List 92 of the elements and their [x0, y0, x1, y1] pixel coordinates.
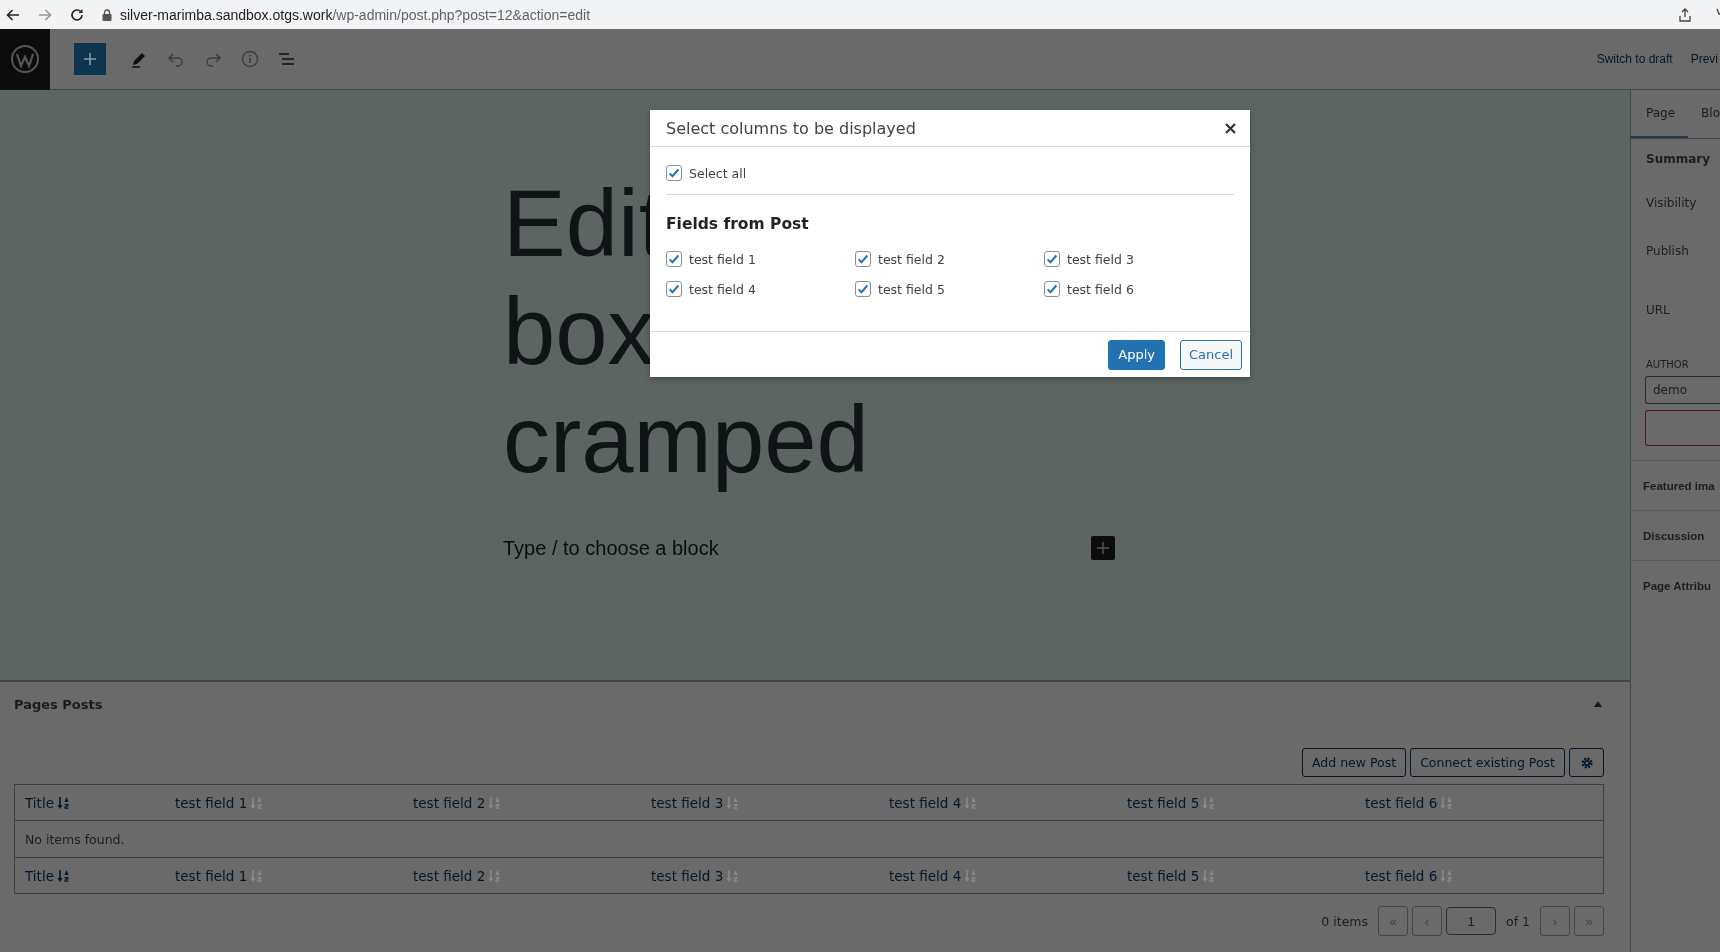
sort-icon[interactable]	[488, 795, 501, 810]
plus-icon[interactable]	[83, 52, 97, 66]
plus-icon[interactable]	[1097, 542, 1109, 554]
list-view-icon[interactable]	[278, 50, 296, 68]
sidebar-tab[interactable]: Page	[1631, 90, 1689, 138]
panel-title: Pages Posts	[14, 696, 103, 712]
sort-icon[interactable]	[56, 868, 69, 883]
checkbox-label[interactable]: test field 6	[1067, 281, 1134, 297]
panel-button[interactable]: Connect existing Post	[1410, 748, 1565, 777]
author-field[interactable]: demo	[1645, 376, 1720, 404]
sort-icon[interactable]	[964, 795, 977, 810]
sort-icon[interactable]	[250, 795, 263, 810]
checkbox[interactable]	[855, 251, 871, 267]
settings-icon[interactable]	[1579, 755, 1594, 770]
sort-icon[interactable]	[726, 795, 739, 810]
setting-label: Publish	[1646, 244, 1689, 258]
checkbox[interactable]	[1044, 251, 1060, 267]
column-header[interactable]: test field 6	[1365, 794, 1438, 811]
previous-page-button[interactable]: ‹	[1412, 906, 1442, 936]
checkbox-label[interactable]: test field 4	[689, 281, 756, 297]
summary-heading: Summary	[1646, 152, 1711, 166]
column-header[interactable]: test field 4	[889, 794, 962, 811]
sort-icon[interactable]	[964, 868, 977, 883]
empty-message: No items found.	[25, 831, 125, 847]
column-header[interactable]: Title	[25, 867, 54, 884]
sort-icon[interactable]	[726, 868, 739, 883]
cancel-button[interactable]: Cancel	[1179, 339, 1242, 370]
column-header[interactable]: test field 2	[413, 867, 486, 884]
switch-to-draft-link[interactable]: Switch to draft	[1596, 52, 1673, 66]
next-page-button[interactable]: ›	[1540, 906, 1570, 936]
redo-icon[interactable]	[204, 50, 222, 68]
panel-section[interactable]: Discussion	[1643, 529, 1705, 542]
setting-label: URL	[1646, 303, 1670, 317]
sort-icon[interactable]	[1440, 868, 1453, 883]
checkbox[interactable]	[666, 251, 682, 267]
setting-label: Visibility	[1646, 196, 1697, 210]
pencil-icon[interactable]	[130, 50, 148, 68]
reload-icon[interactable]	[70, 7, 84, 22]
column-header[interactable]: Title	[25, 794, 54, 811]
author-label: AUTHOR	[1646, 359, 1689, 370]
checkbox[interactable]	[855, 281, 871, 297]
column-header[interactable]: test field 3	[651, 867, 724, 884]
share-icon[interactable]	[1678, 7, 1692, 22]
item-count: 0 items	[1321, 913, 1368, 929]
back-icon[interactable]	[6, 7, 20, 22]
info-icon[interactable]	[241, 50, 259, 68]
column-header[interactable]: test field 6	[1365, 867, 1438, 884]
add-block-button[interactable]	[74, 43, 106, 75]
sidebar-tab[interactable]: Blo	[1688, 90, 1720, 138]
column-header[interactable]: test field 2	[413, 794, 486, 811]
section-heading: Fields from Post	[666, 215, 810, 233]
address-bar[interactable]: silver-marimba.sandbox.otgs.work/wp-admin/post.php?post=12&action=edit	[120, 6, 591, 23]
dialog-title: Select columns to be displayed	[666, 118, 916, 138]
sort-icon[interactable]	[488, 868, 501, 883]
column-header[interactable]: test field 4	[889, 867, 962, 884]
preview-link[interactable]: Previ	[1690, 52, 1718, 66]
sort-icon[interactable]	[250, 868, 263, 883]
column-header[interactable]: test field 5	[1127, 867, 1200, 884]
column-header[interactable]: test field 5	[1127, 794, 1200, 811]
checkbox-label[interactable]: test field 3	[1067, 251, 1134, 267]
checkbox[interactable]	[666, 281, 682, 297]
sort-icon[interactable]	[1440, 795, 1453, 810]
logo-icon[interactable]	[0, 28, 50, 90]
checkbox-label[interactable]: test field 1	[689, 251, 756, 267]
last-page-button[interactable]: »	[1574, 906, 1604, 936]
collapse-icon[interactable]	[1594, 701, 1602, 707]
checkbox-label[interactable]: test field 2	[878, 251, 945, 267]
page-field[interactable]: 1	[1446, 907, 1496, 935]
sort-icon[interactable]	[1202, 868, 1215, 883]
column-header[interactable]: test field 1	[175, 867, 248, 884]
block-placeholder[interactable]: Type / to choose a block	[503, 536, 719, 560]
checkbox[interactable]	[1044, 281, 1060, 297]
apply-button[interactable]: Apply	[1108, 339, 1165, 370]
checkbox-label[interactable]: Select all	[689, 165, 747, 181]
undo-icon[interactable]	[167, 50, 185, 68]
page-total: of 1	[1506, 913, 1530, 929]
forward-icon[interactable]	[38, 7, 52, 22]
checkbox[interactable]	[666, 165, 682, 181]
column-header[interactable]: test field 1	[175, 794, 248, 811]
sort-icon[interactable]	[56, 795, 69, 810]
first-page-button[interactable]: «	[1378, 906, 1408, 936]
error-field[interactable]	[1645, 410, 1720, 446]
column-header[interactable]: test field 3	[651, 794, 724, 811]
settings-button[interactable]	[1569, 748, 1604, 777]
lock-icon	[102, 8, 112, 21]
panel-section[interactable]: Page Attribu	[1643, 579, 1711, 592]
panel-section[interactable]: Featured ima	[1643, 479, 1715, 492]
checkbox-label[interactable]: test field 5	[878, 281, 945, 297]
block-inserter-button[interactable]	[1091, 536, 1115, 560]
close-icon[interactable]	[1225, 122, 1236, 134]
panel-button[interactable]: Add new Post	[1302, 748, 1407, 777]
sort-icon[interactable]	[1202, 795, 1215, 810]
